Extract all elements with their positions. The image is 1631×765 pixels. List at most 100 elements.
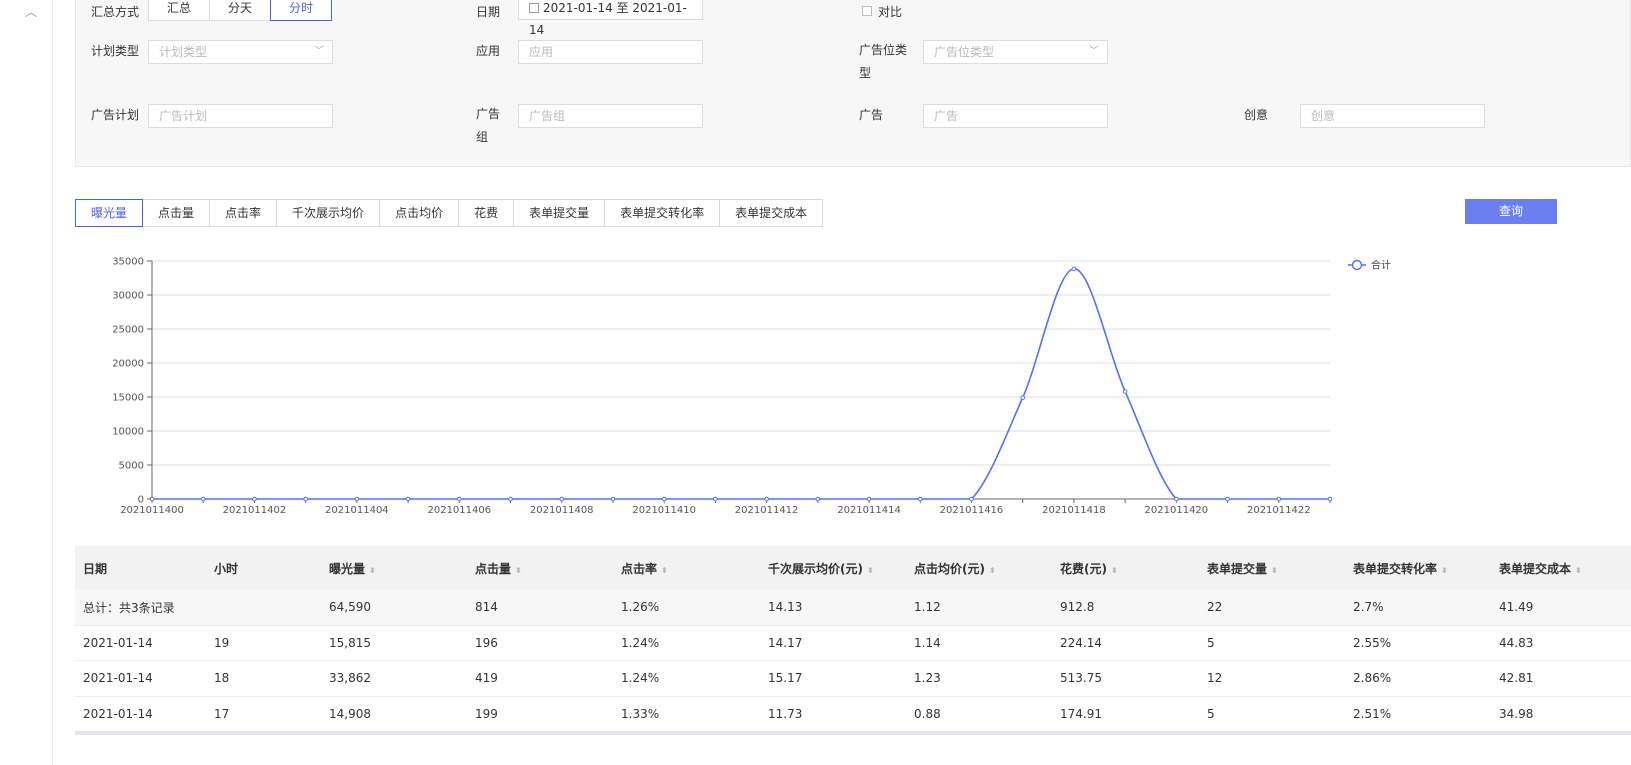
- table-cell: 17: [206, 707, 321, 721]
- creative-input[interactable]: 创意: [1300, 104, 1485, 128]
- x-tick-label: 2021011414: [837, 505, 901, 516]
- ad-placeholder: 广告: [934, 109, 959, 123]
- sort-icon[interactable]: ⬍: [369, 566, 376, 575]
- cell-value: 0.88: [914, 706, 941, 721]
- table-cell: 64,590: [321, 600, 467, 614]
- table-cell: 2.51%: [1345, 707, 1491, 721]
- metric-tab[interactable]: 表单提交成本: [719, 199, 824, 227]
- cell-value: 2.7%: [1353, 600, 1384, 615]
- x-tick-label: 2021011416: [940, 505, 1004, 516]
- column-header[interactable]: 表单提交转化率 ⬍: [1345, 560, 1491, 577]
- sort-icon[interactable]: ⬍: [1111, 566, 1118, 575]
- chevron-up-icon[interactable]: ︿: [25, 6, 37, 18]
- ad-plan-input[interactable]: 广告计划: [148, 104, 333, 128]
- series-line: [152, 267, 1330, 500]
- sort-icon[interactable]: ⬍: [661, 566, 668, 575]
- app-input[interactable]: 应用: [518, 40, 703, 64]
- column-header[interactable]: 花费(元) ⬍: [1052, 560, 1199, 577]
- cell-value: 2.55%: [1353, 635, 1392, 650]
- summary-option[interactable]: 分天: [209, 0, 272, 21]
- cell-value: 1.24%: [621, 671, 660, 686]
- chart: 0 5000 10000 15000 20000 25000 30000 35000 20210…: [95, 248, 1415, 528]
- data-point: [508, 496, 513, 502]
- data-point: [149, 496, 155, 502]
- table-cell: 2021-01-14: [75, 707, 206, 721]
- data-point: [559, 496, 565, 502]
- metric-tab[interactable]: 花费: [458, 199, 515, 227]
- table-row: 2021-01-14 18 33,862 419 1.24% 15.17 1.23 513.7…: [75, 661, 1631, 697]
- sort-icon[interactable]: ⬍: [989, 566, 996, 575]
- column-header-label: 千次展示均价(元): [768, 561, 863, 576]
- summary-option[interactable]: 汇总: [148, 0, 211, 21]
- ad-group-placeholder: 广告组: [529, 109, 566, 123]
- table-cell: 11.73: [760, 707, 906, 721]
- plan-type-select[interactable]: 计划类型 ﹀: [148, 40, 333, 64]
- column-header[interactable]: 曝光量 ⬍: [321, 560, 467, 577]
- x-tick-label: 2021011406: [427, 505, 491, 516]
- line-chart: 0 5000 10000 15000 20000 25000 30000 35000 20210…: [112, 257, 1391, 517]
- y-tick-label: 10000: [112, 427, 144, 438]
- cell-value: 11.73: [768, 706, 803, 721]
- cell-value: 34.98: [1499, 706, 1534, 721]
- table-cell: 44.83: [1491, 636, 1591, 650]
- cell-value: 1.24%: [621, 635, 660, 650]
- sort-icon[interactable]: ⬍: [1441, 566, 1448, 575]
- cell-value: 14.17: [768, 635, 803, 650]
- sort-icon[interactable]: ⬍: [1575, 566, 1582, 575]
- ad-group-input[interactable]: 广告组: [518, 104, 703, 128]
- column-header: 小时: [206, 560, 321, 577]
- column-header-label: 表单提交转化率: [1353, 561, 1438, 576]
- column-header[interactable]: 表单提交成本 ⬍: [1491, 560, 1591, 577]
- column-header-label: 花费(元): [1060, 561, 1107, 576]
- column-header[interactable]: 表单提交量 ⬍: [1199, 560, 1345, 577]
- cell-value: 14.13: [768, 600, 803, 615]
- table-scrollbar[interactable]: [75, 731, 1631, 735]
- cell-value: 2.51%: [1353, 706, 1392, 721]
- table-cell: 14.13: [760, 600, 906, 614]
- metric-tab[interactable]: 点击均价: [379, 199, 460, 227]
- column-header[interactable]: 千次展示均价(元) ⬍: [760, 560, 906, 577]
- cell-value: 64,590: [329, 600, 371, 615]
- table-cell: 814: [467, 600, 613, 614]
- metric-tab[interactable]: 曝光量: [75, 199, 144, 227]
- column-header[interactable]: 点击均价(元) ⬍: [906, 560, 1052, 577]
- table-cell: 总计：共3条记录: [75, 599, 206, 616]
- summary-option[interactable]: 分时: [270, 0, 333, 21]
- metric-tab[interactable]: 表单提交转化率: [604, 199, 721, 227]
- compare-checkbox[interactable]: [862, 6, 872, 16]
- date-range-picker[interactable]: 2021-01-14 至 2021-01-14: [518, 0, 703, 37]
- chevron-down-icon: ﹀: [314, 46, 324, 57]
- column-header: 日期: [75, 560, 206, 577]
- metric-tab[interactable]: 千次展示均价: [276, 199, 381, 227]
- column-header[interactable]: 点击率 ⬍: [613, 560, 760, 577]
- x-tick-label: 2021011404: [325, 505, 389, 516]
- column-header-label: 表单提交量: [1207, 561, 1268, 576]
- table-cell: 1.24%: [613, 636, 760, 650]
- column-header-label: 曝光量: [329, 561, 366, 576]
- cell-value: 1.14: [914, 635, 941, 650]
- table-cell: 14,908: [321, 707, 467, 721]
- data-point: [1174, 496, 1179, 502]
- data-point: [866, 496, 872, 502]
- table-cell: 199: [467, 707, 613, 721]
- cell-value: 912.8: [1060, 600, 1095, 615]
- sort-icon[interactable]: ⬍: [1271, 566, 1278, 575]
- column-header-label: 表单提交成本: [1499, 561, 1572, 576]
- query-button[interactable]: 查询: [1465, 199, 1557, 224]
- sort-icon[interactable]: ⬍: [867, 566, 874, 575]
- data-point: [661, 496, 667, 502]
- metric-tab[interactable]: 点击量: [142, 199, 211, 227]
- cell-value: 1.33%: [621, 706, 660, 721]
- sort-icon[interactable]: ⬍: [515, 566, 522, 575]
- metric-tab[interactable]: 点击率: [209, 199, 278, 227]
- table-cell: 1.33%: [613, 707, 760, 721]
- filter-panel: 汇总方式 汇总 分天 分时 日期 2021-01-14 至 2021-01-14 对…: [75, 0, 1631, 167]
- table-cell: 174.91: [1052, 707, 1199, 721]
- ad-input[interactable]: 广告: [923, 104, 1108, 128]
- table-cell: 1.24%: [613, 671, 760, 685]
- metric-tab[interactable]: 表单提交量: [513, 199, 606, 227]
- ad-position-type-select[interactable]: 广告位类型 ﹀: [923, 40, 1108, 64]
- app-placeholder: 应用: [529, 45, 554, 59]
- cell-value: 2021-01-14: [83, 635, 153, 650]
- column-header[interactable]: 点击量 ⬍: [467, 560, 613, 577]
